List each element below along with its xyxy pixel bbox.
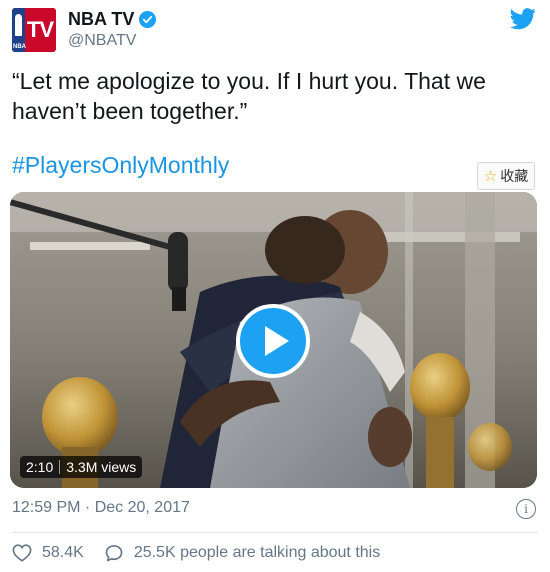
tweet-card: TV NBA NBA TV @NBATV “Let me apologize t… [0,0,550,572]
verified-badge-icon [139,11,157,28]
avatar-text: TV [26,17,54,42]
author-name-row: NBA TV [68,9,157,30]
conversation-button[interactable]: 25.5K people are talking about this [104,543,380,563]
avatar[interactable]: TV NBA [12,8,56,52]
avatar-small-text: NBA [13,44,26,50]
hashtag-link[interactable]: #PlayersOnlyMonthly [12,152,229,179]
video-duration: 2:10 [26,459,54,475]
tweet-timestamp[interactable]: 12:59 PM · Dec 20, 2017 [12,499,190,517]
like-count: 58.4K [42,544,84,561]
video-meta-badge: 2:10 3.3M views [20,456,143,478]
play-button[interactable] [236,304,310,378]
twitter-logo-icon[interactable] [510,8,536,30]
info-icon[interactable]: i [516,499,536,519]
footer-divider [12,532,538,533]
collect-button-label: 收藏 [500,168,529,184]
video-views: 3.3M views [66,459,137,475]
tweet-text: “Let me apologize to you. If I hurt you.… [12,68,486,124]
star-icon: ☆ [483,168,498,185]
collect-button[interactable]: ☆ 收藏 [477,162,535,190]
tweet-actions: 58.4K 25.5K people are talking about thi… [12,543,380,563]
conversation-text: 25.5K people are talking about this [133,544,381,561]
comment-icon [105,545,123,562]
heart-icon [12,544,32,562]
like-button[interactable]: 58.4K [12,544,84,562]
play-icon [264,326,289,356]
author-handle[interactable]: @NBATV [68,32,136,50]
author-display-name[interactable]: NBA TV [68,9,134,30]
video-player[interactable]: 2:10 3.3M views [10,192,537,488]
